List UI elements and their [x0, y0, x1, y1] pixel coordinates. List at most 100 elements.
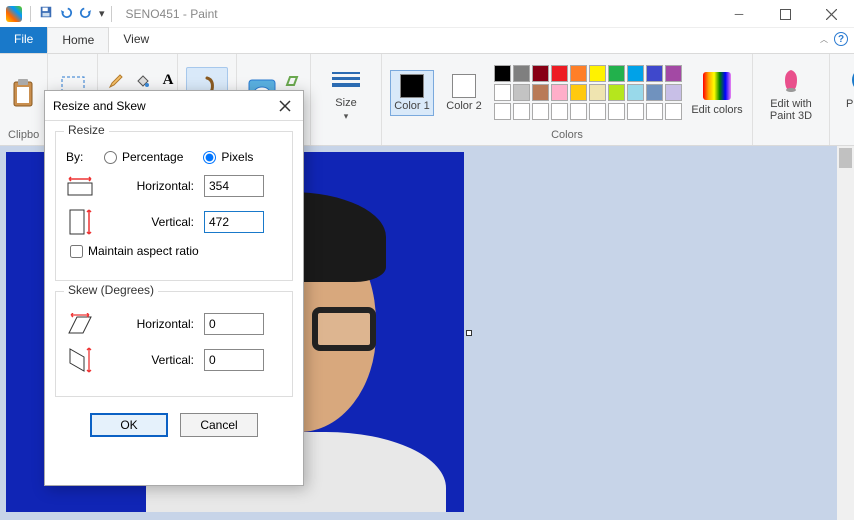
resize-handle[interactable]: [466, 330, 472, 336]
dialog-titlebar[interactable]: Resize and Skew: [45, 91, 303, 121]
color-swatch[interactable]: [665, 84, 682, 101]
color-swatch[interactable]: [665, 103, 682, 120]
color1-button[interactable]: Color 1: [390, 70, 434, 116]
group-alert: i Product alert: [830, 54, 854, 145]
color-swatch[interactable]: [627, 65, 644, 82]
fill-icon[interactable]: [132, 71, 152, 91]
color-swatch[interactable]: [570, 103, 587, 120]
undo-icon[interactable]: [59, 5, 73, 22]
colors-group-label: Colors: [390, 127, 744, 143]
paint-app-icon: [6, 6, 22, 22]
edit-colors-button[interactable]: Edit colors: [690, 70, 744, 116]
dialog-title: Resize and Skew: [53, 99, 146, 113]
save-icon[interactable]: [39, 5, 53, 22]
color-swatch[interactable]: [513, 84, 530, 101]
window-title: SENO451 - Paint: [126, 7, 218, 21]
maintain-aspect-checkbox[interactable]: Maintain aspect ratio: [70, 244, 199, 258]
quick-access-toolbar: ▾: [0, 5, 120, 22]
help-icon[interactable]: ?: [834, 32, 848, 46]
pencil-icon[interactable]: [106, 71, 126, 91]
group-clipboard: Clipbo: [0, 54, 48, 145]
ribbon-tabs: File Home View ︿ ?: [0, 28, 854, 54]
color-swatch[interactable]: [532, 103, 549, 120]
redo-icon[interactable]: [79, 5, 93, 22]
pixels-radio[interactable]: Pixels: [203, 150, 253, 164]
window-controls: ─: [716, 0, 854, 28]
skew-vertical-icon: [66, 346, 94, 374]
color-swatch[interactable]: [589, 84, 606, 101]
titlebar: ▾ SENO451 - Paint ─: [0, 0, 854, 28]
by-label: By:: [66, 150, 94, 164]
color-swatch[interactable]: [570, 65, 587, 82]
color-palette: [494, 65, 682, 120]
color-swatch[interactable]: [494, 84, 511, 101]
vertical-label: Vertical:: [104, 215, 194, 229]
color-swatch[interactable]: [513, 65, 530, 82]
size-button[interactable]: Size ▾: [319, 63, 373, 122]
color-swatch[interactable]: [551, 84, 568, 101]
color-swatch[interactable]: [608, 65, 625, 82]
close-button[interactable]: [808, 0, 854, 28]
group-size: Size ▾: [311, 54, 382, 145]
qat-customize-icon[interactable]: ▾: [99, 7, 103, 20]
color-swatch[interactable]: [532, 84, 549, 101]
color-swatch[interactable]: [646, 103, 663, 120]
minimize-button[interactable]: ─: [716, 0, 762, 28]
resize-vertical-icon: [66, 208, 94, 236]
color-swatch[interactable]: [513, 103, 530, 120]
scrollbar-thumb[interactable]: [839, 148, 852, 168]
edit-paint3d-button[interactable]: Edit with Paint 3D: [761, 64, 821, 122]
resize-horizontal-input[interactable]: [204, 175, 264, 197]
color-swatch[interactable]: [532, 65, 549, 82]
shape-outline-icon[interactable]: [282, 71, 302, 91]
skew-vertical-input[interactable]: [204, 349, 264, 371]
chevron-down-icon: ▾: [344, 111, 349, 122]
color-swatch[interactable]: [589, 103, 606, 120]
color-swatch[interactable]: [551, 65, 568, 82]
skew-fieldset: Skew (Degrees) Horizontal: Vertical:: [55, 291, 293, 397]
skew-horizontal-label: Horizontal:: [104, 317, 194, 331]
group-paint3d: Edit with Paint 3D: [753, 54, 830, 145]
tab-view[interactable]: View: [109, 27, 163, 53]
color-swatch[interactable]: [627, 103, 644, 120]
color-swatch[interactable]: [646, 65, 663, 82]
color-swatch[interactable]: [494, 103, 511, 120]
paste-button[interactable]: [8, 77, 40, 109]
cancel-button[interactable]: Cancel: [180, 413, 258, 437]
resize-horizontal-icon: [66, 172, 94, 200]
skew-legend: Skew (Degrees): [64, 283, 158, 297]
horizontal-label: Horizontal:: [104, 179, 194, 193]
color-swatch[interactable]: [665, 65, 682, 82]
skew-horizontal-input[interactable]: [204, 313, 264, 335]
color-swatch[interactable]: [494, 65, 511, 82]
resize-legend: Resize: [64, 123, 109, 137]
color-swatch[interactable]: [646, 84, 663, 101]
color-swatch[interactable]: [627, 84, 644, 101]
ribbon-right-controls: ︿ ?: [820, 32, 848, 46]
resize-vertical-input[interactable]: [204, 211, 264, 233]
color-swatch[interactable]: [551, 103, 568, 120]
tab-home[interactable]: Home: [47, 27, 109, 53]
tab-file[interactable]: File: [0, 27, 47, 53]
resize-fieldset: Resize By: Percentage Pixels Horizontal:…: [55, 131, 293, 281]
separator: [111, 6, 112, 22]
color2-button[interactable]: Color 2: [442, 70, 486, 116]
collapse-ribbon-icon[interactable]: ︿: [820, 34, 828, 45]
separator: [30, 6, 31, 22]
percentage-radio[interactable]: Percentage: [104, 150, 183, 164]
maximize-button[interactable]: [762, 0, 808, 28]
clipboard-label: Clipbo: [8, 127, 39, 143]
color-swatch[interactable]: [608, 84, 625, 101]
dialog-buttons: OK Cancel: [45, 403, 303, 447]
skew-horizontal-icon: [66, 310, 94, 338]
color-swatch[interactable]: [589, 65, 606, 82]
dialog-close-button[interactable]: [275, 96, 295, 116]
resize-skew-dialog: Resize and Skew Resize By: Percentage Pi…: [44, 90, 304, 486]
color-swatch[interactable]: [570, 84, 587, 101]
ok-button[interactable]: OK: [90, 413, 168, 437]
color-swatch[interactable]: [608, 103, 625, 120]
vertical-scrollbar[interactable]: [837, 146, 854, 520]
product-alert-button[interactable]: i Product alert: [838, 64, 854, 122]
skew-vertical-label: Vertical:: [104, 353, 194, 367]
text-icon[interactable]: A: [158, 71, 178, 91]
